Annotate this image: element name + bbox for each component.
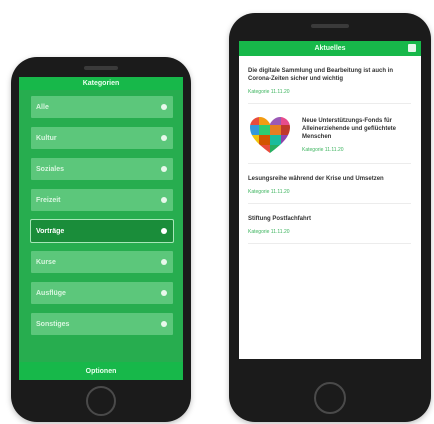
options-button[interactable]: Optionen (19, 362, 183, 380)
radio-dot-icon (161, 259, 167, 265)
news-item[interactable]: Neue Unterstützungs-Fonds für Alleinerzi… (248, 104, 411, 164)
category-item[interactable]: Soziales (31, 158, 173, 180)
news-title: Lesungsreihe während der Krise und Umset… (248, 176, 384, 182)
radio-dot-icon (161, 321, 167, 327)
menu-square-icon[interactable] (408, 44, 416, 52)
home-button[interactable] (86, 386, 116, 416)
speaker-grille (311, 24, 349, 28)
category-label: Ausflüge (36, 289, 66, 297)
news-title: Neue Unterstützungs-Fonds für Alleinerzi… (302, 118, 397, 140)
category-item[interactable]: Freizeit (31, 189, 173, 211)
right-header-title: Aktuelles (314, 45, 346, 52)
category-item-selected[interactable]: Vorträge (30, 219, 174, 243)
news-title: Die digitale Sammlung und Bearbeitung is… (248, 68, 394, 82)
right-header: Aktuelles (239, 41, 421, 56)
category-list: Alle Kultur Soziales Freizeit Vorträge K… (19, 90, 183, 335)
category-label: Sonstiges (36, 320, 70, 328)
right-screen: Aktuelles Die digitale Sammlung und Bear… (239, 41, 421, 359)
category-item[interactable]: Sonstiges (31, 313, 173, 335)
speaker-grille (84, 66, 118, 70)
options-label: Optionen (85, 367, 117, 375)
news-list: Die digitale Sammlung und Bearbeitung is… (239, 56, 421, 244)
category-label: Kurse (36, 258, 56, 266)
heart-mosaic-icon (250, 117, 290, 153)
radio-dot-selected-icon (161, 228, 167, 234)
category-label: Soziales (36, 165, 65, 173)
news-text: Neue Unterstützungs-Fonds für Alleinerzi… (302, 117, 411, 153)
category-label: Vorträge (36, 227, 65, 235)
news-meta: Kategorie 11.11.20 (248, 89, 290, 95)
news-item[interactable]: Lesungsreihe während der Krise und Umset… (248, 164, 411, 204)
radio-dot-icon (161, 104, 167, 110)
radio-dot-icon (161, 135, 167, 141)
news-title: Stiftung Postfachfahrt (248, 216, 311, 222)
news-meta: Kategorie 11.11.20 (302, 147, 344, 153)
left-screen: Kategorien Alle Kultur Soziales Freizeit… (19, 77, 183, 380)
left-header-title: Kategorien (82, 80, 120, 87)
left-header: Kategorien (19, 77, 183, 90)
home-button[interactable] (314, 382, 346, 414)
news-meta: Kategorie 11.11.20 (248, 229, 290, 235)
phone-left: Kategorien Alle Kultur Soziales Freizeit… (11, 57, 191, 422)
radio-dot-icon (161, 166, 167, 172)
phone-right: Aktuelles Die digitale Sammlung und Bear… (229, 13, 431, 422)
category-label: Kultur (36, 134, 57, 142)
news-item[interactable]: Die digitale Sammlung und Bearbeitung is… (248, 56, 411, 104)
category-label: Alle (36, 103, 49, 111)
news-item[interactable]: Stiftung Postfachfahrt Kategorie 11.11.2… (248, 204, 411, 244)
category-label: Freizeit (36, 196, 61, 204)
category-item[interactable]: Ausflüge (31, 282, 173, 304)
radio-dot-icon (161, 197, 167, 203)
radio-dot-icon (161, 290, 167, 296)
category-item[interactable]: Alle (31, 96, 173, 118)
category-item[interactable]: Kurse (31, 251, 173, 273)
category-item[interactable]: Kultur (31, 127, 173, 149)
news-meta: Kategorie 11.11.20 (248, 189, 290, 195)
